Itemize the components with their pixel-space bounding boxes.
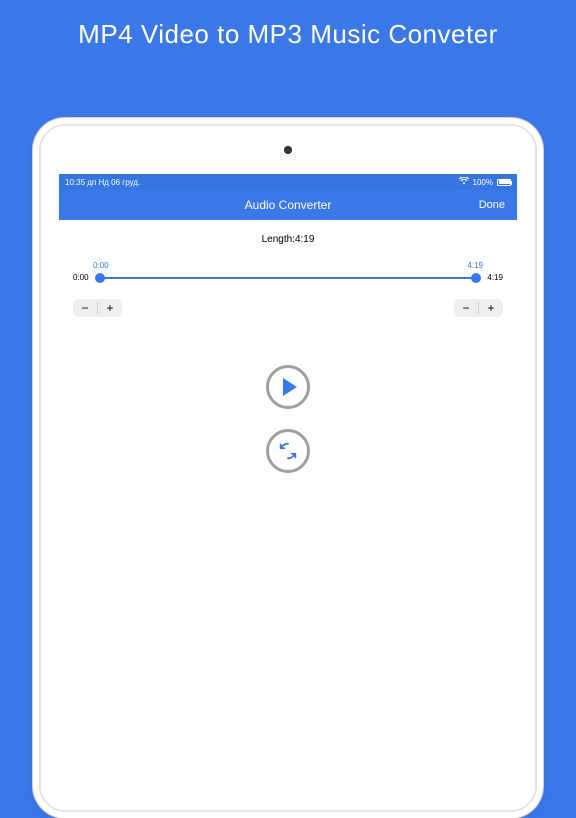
status-bar: 10:35 дп Нд 06 груд. 100%: [59, 174, 517, 190]
end-minus-button[interactable]: −: [454, 299, 478, 317]
end-stepper: − +: [454, 299, 503, 317]
start-plus-button[interactable]: +: [98, 299, 122, 317]
refresh-button[interactable]: [266, 429, 310, 473]
start-handle[interactable]: [95, 273, 105, 283]
ipad-screen: 10:35 дп Нд 06 груд. 100% Audio Converte…: [59, 174, 517, 810]
status-right: 100%: [459, 177, 511, 187]
done-button[interactable]: Done: [479, 199, 505, 211]
range-end: 4:19: [487, 273, 503, 282]
promo-title: MP4 Video to MP3 Music Conveter: [0, 0, 576, 65]
slider-track: [99, 277, 477, 279]
end-plus-button[interactable]: +: [479, 299, 503, 317]
battery-icon: [497, 179, 511, 186]
battery-pct: 100%: [473, 178, 493, 187]
status-date: Нд 06 груд.: [98, 178, 140, 187]
start-minus-button[interactable]: −: [73, 299, 97, 317]
refresh-icon: [277, 440, 299, 462]
wifi-icon: [459, 177, 469, 187]
play-icon: [283, 378, 297, 396]
range-start: 0:00: [73, 273, 89, 282]
trim-slider[interactable]: 0:00 4:19 0:00 4:19: [59, 261, 517, 301]
stepper-row: − + − +: [59, 299, 517, 317]
status-left: 10:35 дп Нд 06 груд.: [65, 178, 140, 187]
length-label-text: Length:: [262, 234, 295, 245]
nav-bar: Audio Converter Done: [59, 190, 517, 220]
nav-title: Audio Converter: [245, 198, 332, 212]
ipad-frame: 10:35 дп Нд 06 груд. 100% Audio Converte…: [33, 118, 543, 818]
play-button[interactable]: [266, 365, 310, 409]
ipad-bezel: 10:35 дп Нд 06 груд. 100% Audio Converte…: [39, 124, 537, 812]
end-handle[interactable]: [471, 273, 481, 283]
status-time: 10:35 дп: [65, 178, 96, 187]
big-buttons: [59, 365, 517, 473]
start-stepper: − +: [73, 299, 122, 317]
start-handle-label: 0:00: [93, 261, 109, 270]
content: Length:4:19 0:00 4:19 0:00 4:19 − +: [59, 220, 517, 473]
length-label: Length:4:19: [59, 234, 517, 245]
end-handle-label: 4:19: [467, 261, 483, 270]
camera-icon: [284, 146, 292, 154]
length-value: 4:19: [295, 234, 314, 245]
